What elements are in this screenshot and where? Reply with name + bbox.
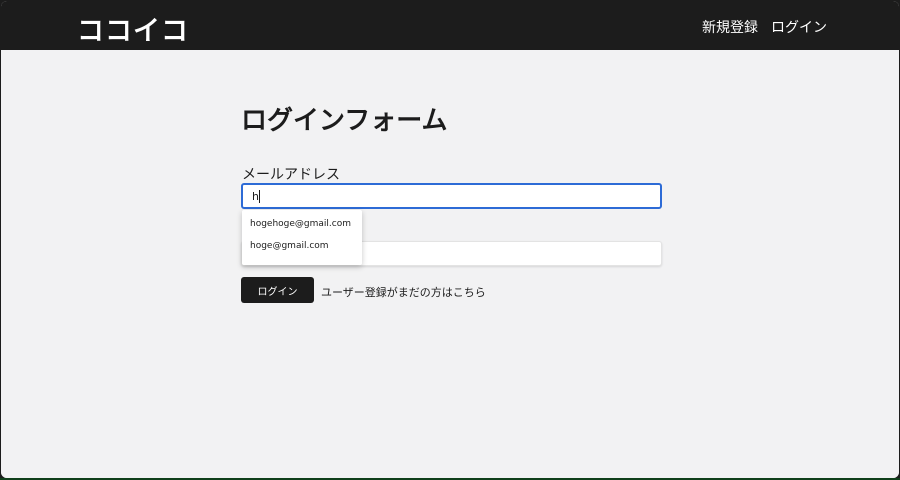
email-input[interactable] [241,183,662,209]
navbar: ココイコ 新規登録 ログイン [1,1,899,50]
main-content: ログインフォーム メールアドレス hogehoge@gmail.com hoge… [1,50,899,478]
nav-link-login[interactable]: ログイン [771,17,827,37]
nav-link-signup[interactable]: 新規登録 [702,17,758,37]
register-link[interactable]: ユーザー登録がまだの方はこちら [321,284,486,300]
autocomplete-option[interactable]: hoge@gmail.com [242,236,362,258]
page-title: ログインフォーム [241,106,448,136]
autocomplete-option[interactable]: hogehoge@gmail.com [242,214,362,236]
nav-links: 新規登録 ログイン [702,17,827,37]
email-autocomplete-dropdown: hogehoge@gmail.com hoge@gmail.com [242,210,362,265]
browser-window: ココイコ 新規登録 ログイン ログインフォーム メールアドレス hogehoge… [1,1,899,478]
email-label: メールアドレス [242,167,340,183]
brand-logo[interactable]: ココイコ [77,9,189,48]
text-caret [259,190,260,203]
login-button[interactable]: ログイン [241,277,314,303]
